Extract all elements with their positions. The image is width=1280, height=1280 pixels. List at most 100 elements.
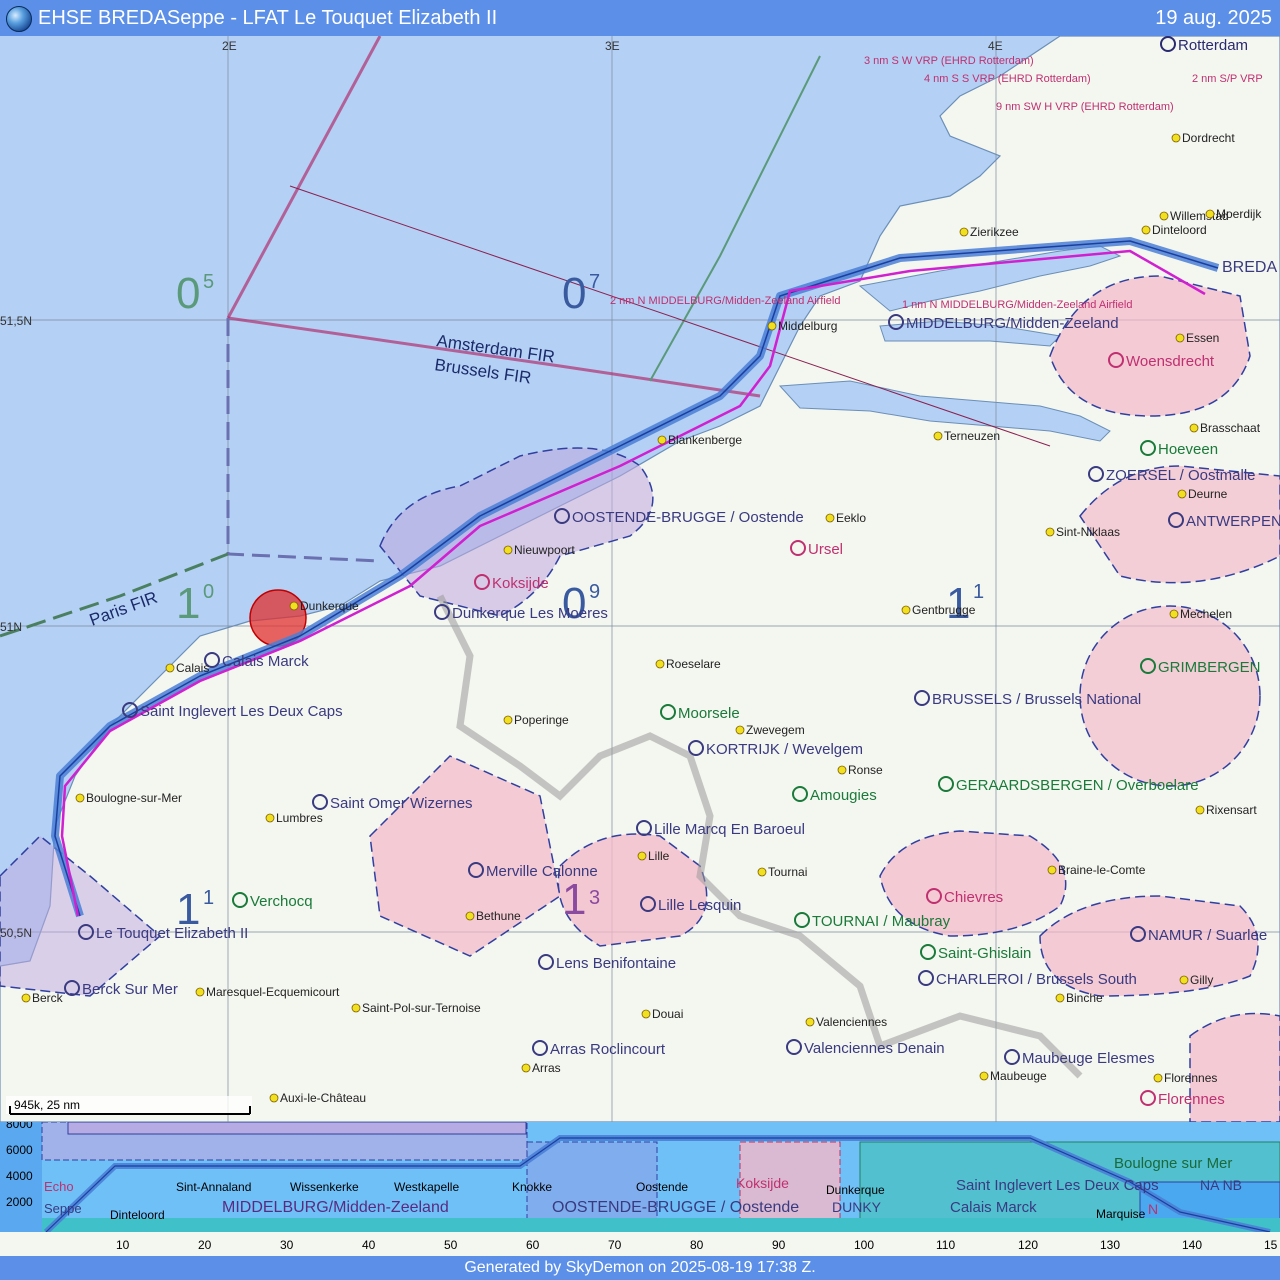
grid-alt-minor: 1: [203, 887, 214, 909]
town-label: Mechelen: [1180, 607, 1232, 621]
vrp-label: 4 nm S S VRP (EHRD Rotterdam): [924, 73, 1091, 85]
profile-airspace-label: Boulogne sur Mer: [1114, 1155, 1232, 1172]
airfield-label: Rotterdam: [1178, 37, 1248, 54]
town-marker: [959, 227, 969, 237]
grid-alt-major: 0: [176, 269, 200, 318]
town-marker: [521, 1063, 531, 1073]
town-marker: [165, 663, 175, 673]
town-label: Zwevegem: [746, 723, 805, 737]
distance-tick-label: 120: [1018, 1238, 1038, 1252]
airfield-label: Valenciennes Denain: [804, 1040, 945, 1057]
town-label: Blankenberge: [668, 433, 742, 447]
profile-airspace-label: NA NB: [1200, 1177, 1242, 1193]
town-marker: [757, 867, 767, 877]
title-bar: EHSE BREDASeppe - LFAT Le Touquet Elizab…: [0, 0, 1280, 36]
grid-alt-minor: 3: [589, 887, 600, 909]
town-label: Bethune: [476, 909, 521, 923]
vrp-label: 3 nm S W VRP (EHRD Rotterdam): [864, 55, 1034, 67]
profile-terrain: [42, 1218, 1280, 1232]
airfield-label: Florennes: [1158, 1091, 1225, 1108]
airfield-label: Saint-Ghislain: [938, 945, 1031, 962]
profile-waypoint-label: Marquise: [1096, 1207, 1146, 1221]
vrp-label: 2 nm S/P VRP: [1192, 73, 1263, 85]
town-label: Binche: [1066, 991, 1103, 1005]
town-label: Moerdijk: [1216, 207, 1262, 221]
distance-tick-label: 110: [936, 1238, 955, 1252]
distance-tick-label: 90: [772, 1238, 786, 1252]
town-marker: [979, 1071, 989, 1081]
lon-label-3e: 3E: [605, 39, 620, 53]
town-marker: [735, 725, 745, 735]
grid-alt-minor: 5: [203, 271, 214, 293]
town-marker: [901, 605, 911, 615]
aeronautical-chart[interactable]: 2E 3E 4E 51,5N 51N 50,5N Amsterdam FIR B…: [0, 36, 1280, 1122]
town-label: Arras: [532, 1061, 561, 1075]
town-marker: [195, 987, 205, 997]
profile-waypoint-label: Wissenkerke: [290, 1180, 359, 1194]
town-marker: [1195, 805, 1205, 815]
town-label: Dinteloord: [1152, 223, 1207, 237]
airfield-label: CHARLEROI / Brussels South: [936, 971, 1137, 988]
town-marker: [767, 321, 777, 331]
airfield-label: Hoeveen: [1158, 441, 1218, 458]
town-label: Braine-le-Comte: [1058, 863, 1146, 877]
town-label: Gilly: [1190, 973, 1213, 987]
town-label: Auxi-le-Château: [280, 1091, 366, 1105]
grid-alt-minor: 0: [203, 581, 214, 603]
town-marker: [465, 911, 475, 921]
profile-waypoint-label: Oostende: [636, 1180, 688, 1194]
town-marker: [21, 993, 31, 1003]
grid-alt-major: 1: [562, 875, 586, 924]
town-label: Ronse: [848, 763, 883, 777]
town-marker: [1169, 609, 1179, 619]
town-label: Brasschaat: [1200, 421, 1261, 435]
town-label: Dunkerque: [300, 599, 359, 613]
skydemon-globe-icon: [6, 6, 32, 32]
town-marker: [837, 765, 847, 775]
town-marker: [75, 793, 85, 803]
airfield-label: MIDDELBURG/Midden-Zeeland: [906, 315, 1119, 332]
distance-tick-label: 80: [690, 1238, 704, 1252]
distance-tick-label: 20: [198, 1238, 212, 1252]
town-marker: [805, 1017, 815, 1027]
town-marker: [655, 659, 665, 669]
town-marker: [1141, 225, 1151, 235]
profile-airspace-label: Koksijde: [736, 1175, 789, 1191]
profile-distance-axis: 10 20 30 40 50 60 70 80 90 100 110 120 130 140 15: [0, 1232, 1280, 1256]
profile-airspace-label: MIDDELBURG/Midden-Zeeland: [222, 1199, 449, 1216]
airfield-label: Arras Roclincourt: [550, 1041, 666, 1058]
town-label: Poperinge: [514, 713, 569, 727]
lon-label-4e: 4E: [988, 39, 1003, 53]
vrp-label: 2 nm N MIDDELBURG/Midden-Zeeland Airfiel…: [610, 295, 840, 307]
generated-by-footer: Generated by SkyDemon on 2025-08-19 17:3…: [0, 1256, 1280, 1280]
scale-text: 945k, 25 nm: [14, 1098, 80, 1112]
profile-airspace-label: Calais Marck: [950, 1199, 1037, 1216]
lon-label-2e: 2E: [222, 39, 237, 53]
airfield-label: TOURNAI / Maubray: [812, 913, 951, 930]
airfield-label: ANTWERPEN: [1186, 513, 1280, 530]
town-label: Deurne: [1188, 487, 1228, 501]
town-label: Valenciennes: [816, 1015, 887, 1029]
scale-bar: 945k, 25 nm: [6, 1096, 252, 1115]
town-label: Florennes: [1164, 1071, 1217, 1085]
profile-airspace-label: Seppe: [44, 1201, 82, 1216]
town-marker: [637, 851, 647, 861]
airfield-label: Woensdrecht: [1126, 353, 1215, 370]
town-label: Maubeuge: [990, 1069, 1047, 1083]
town-label: Essen: [1186, 331, 1219, 345]
altitude-tick-label: 2000: [6, 1195, 33, 1209]
distance-tick-label: 70: [608, 1238, 622, 1252]
town-marker: [1159, 211, 1169, 221]
town-label: Rixensart: [1206, 803, 1257, 817]
airfield-label: OOSTENDE-BRUGGE / Oostende: [572, 509, 804, 526]
profile-airspace-label: OOSTENDE-BRUGGE / Oostende: [552, 1199, 799, 1216]
distance-tick-label: 140: [1182, 1238, 1202, 1252]
profile-airspace-label: Saint Inglevert Les Deux Caps: [956, 1177, 1159, 1194]
town-marker: [1205, 209, 1215, 219]
vertical-profile[interactable]: 8000 6000 4000 2000 10 20 30 40 50 60 70 80 90 100 11…: [0, 1122, 1280, 1256]
town-marker: [1153, 1073, 1163, 1083]
town-label: Lille: [648, 849, 670, 863]
airfield-label: Saint Omer Wizernes: [330, 795, 473, 812]
town-label: Zierikzee: [970, 225, 1019, 239]
grid-alt-major: 0: [562, 269, 586, 318]
